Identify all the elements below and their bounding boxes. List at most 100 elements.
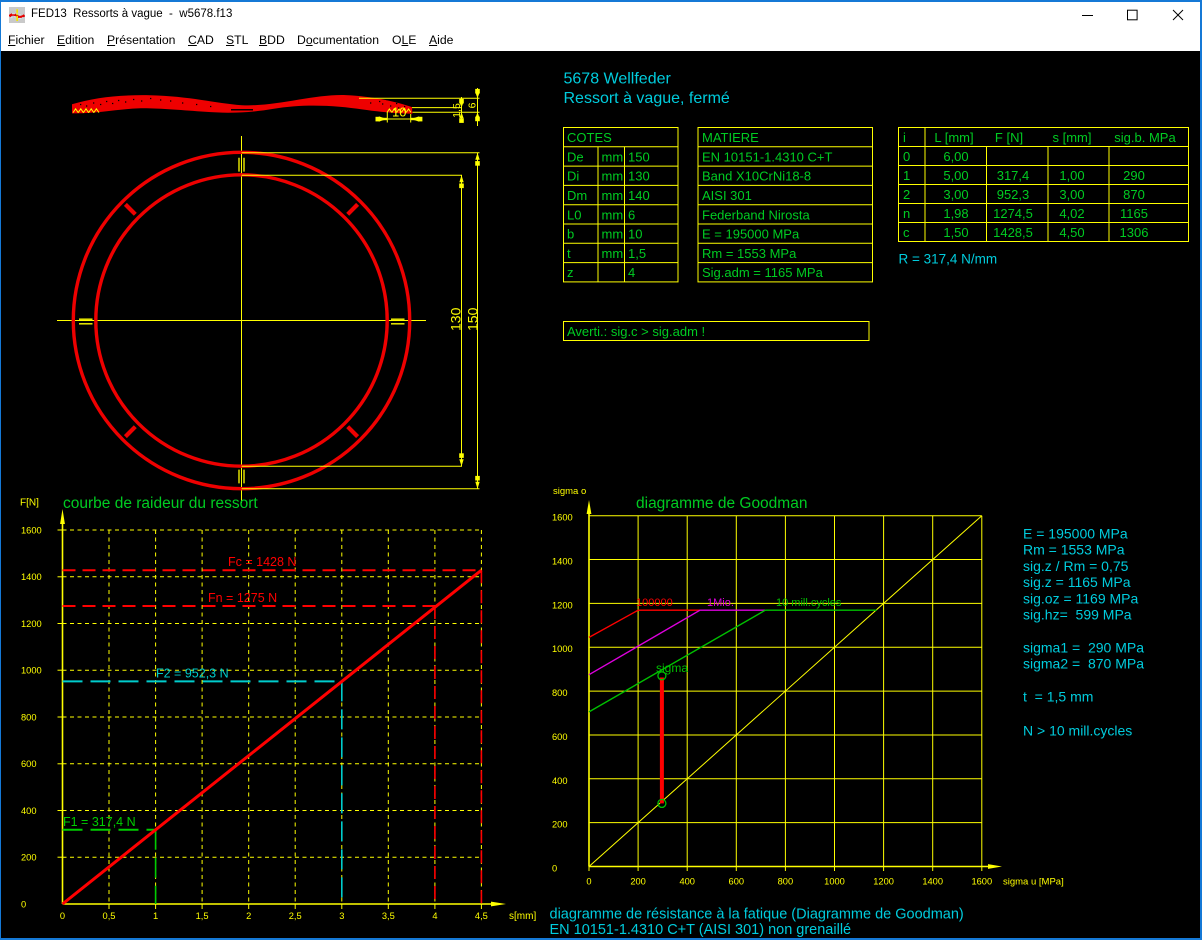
svg-text:1306: 1306 xyxy=(1120,225,1149,240)
svg-text:sigma: sigma xyxy=(656,661,688,675)
svg-text:sigma1 = 290 MPa: sigma1 = 290 MPa xyxy=(1023,640,1144,656)
svg-text:0: 0 xyxy=(21,899,26,909)
svg-text:952,3: 952,3 xyxy=(997,187,1030,202)
svg-text:10: 10 xyxy=(628,227,642,242)
svg-text:s [mm]: s [mm] xyxy=(1053,130,1092,145)
svg-text:2,5: 2,5 xyxy=(289,911,302,921)
svg-text:1: 1 xyxy=(153,911,158,921)
svg-text:1165: 1165 xyxy=(1120,206,1148,221)
svg-text:0: 0 xyxy=(903,149,910,164)
svg-text:3,00: 3,00 xyxy=(943,187,968,202)
svg-text:Di: Di xyxy=(567,169,579,184)
svg-text:1600: 1600 xyxy=(552,513,573,523)
svg-text:800: 800 xyxy=(21,712,37,722)
svg-text:sig.hz= 599 MPa: sig.hz= 599 MPa xyxy=(1023,607,1132,623)
svg-text:L0: L0 xyxy=(567,207,581,222)
svg-text:N > 10 mill.cycles: N > 10 mill.cycles xyxy=(1023,722,1132,738)
svg-text:mm: mm xyxy=(602,149,624,164)
svg-text:1200: 1200 xyxy=(21,619,42,629)
svg-text:870: 870 xyxy=(1123,187,1145,202)
svg-text:1,5: 1,5 xyxy=(628,246,646,261)
svg-text:E = 195000 MPa: E = 195000 MPa xyxy=(1023,526,1128,542)
svg-text:mm: mm xyxy=(602,169,624,184)
svg-text:1600: 1600 xyxy=(21,525,42,535)
svg-text:2: 2 xyxy=(903,187,910,202)
svg-text:EN 10151-1.4310 C+T (AISI 301): EN 10151-1.4310 C+T (AISI 301) non grena… xyxy=(550,922,852,938)
svg-text:1200: 1200 xyxy=(552,600,573,610)
svg-text:De: De xyxy=(567,149,584,164)
svg-text:1200: 1200 xyxy=(873,877,894,887)
svg-text:1400: 1400 xyxy=(552,557,573,567)
svg-text:1,50: 1,50 xyxy=(943,225,968,240)
svg-text:5,00: 5,00 xyxy=(943,168,968,183)
svg-text:t: t xyxy=(567,246,571,261)
svg-text:sigma u [MPa]: sigma u [MPa] xyxy=(1003,877,1064,888)
svg-text:s[mm]: s[mm] xyxy=(509,911,536,922)
svg-text:3,00: 3,00 xyxy=(1059,187,1084,202)
svg-text:600: 600 xyxy=(552,732,568,742)
svg-text:Fn = 1275 N: Fn = 1275 N xyxy=(208,591,277,605)
svg-text:150: 150 xyxy=(628,149,650,164)
svg-text:F1 = 317,4 N: F1 = 317,4 N xyxy=(63,815,136,829)
svg-text:mm: mm xyxy=(602,227,624,242)
svg-text:400: 400 xyxy=(679,877,695,887)
svg-text:1: 1 xyxy=(903,168,910,183)
svg-text:5678 Wellfeder: 5678 Wellfeder xyxy=(564,71,672,88)
svg-text:Band X10CrNi18-8: Band X10CrNi18-8 xyxy=(702,169,811,184)
svg-text:Sig.adm = 1165 MPa: Sig.adm = 1165 MPa xyxy=(702,265,824,280)
svg-text:4,02: 4,02 xyxy=(1059,206,1084,221)
svg-text:400: 400 xyxy=(21,806,37,816)
svg-text:sigma o: sigma o xyxy=(553,486,586,497)
svg-text:150: 150 xyxy=(464,307,480,331)
svg-text:b: b xyxy=(567,227,574,242)
svg-text:800: 800 xyxy=(778,877,794,887)
svg-text:courbe de raideur du ressort: courbe de raideur du ressort xyxy=(63,495,258,512)
svg-text:sig.b. MPa: sig.b. MPa xyxy=(1114,130,1176,145)
svg-text:F [N]: F [N] xyxy=(995,130,1023,145)
svg-text:1,5: 1,5 xyxy=(451,103,463,118)
svg-text:Averti.: sig.c > sig.adm !: Averti.: sig.c > sig.adm ! xyxy=(567,324,705,339)
svg-text:COTES: COTES xyxy=(567,130,612,145)
svg-text:200: 200 xyxy=(21,853,37,863)
svg-text:3: 3 xyxy=(339,911,344,921)
svg-text:1000: 1000 xyxy=(824,877,845,887)
svg-text:mm: mm xyxy=(602,188,624,203)
svg-text:E = 195000 MPa: E = 195000 MPa xyxy=(702,227,800,242)
svg-text:Ressort à vague, fermé: Ressort à vague, fermé xyxy=(564,90,730,107)
svg-text:1000: 1000 xyxy=(552,644,573,654)
svg-text:MATIERE: MATIERE xyxy=(702,130,759,145)
svg-text:L [mm]: L [mm] xyxy=(934,130,973,145)
svg-text:800: 800 xyxy=(552,688,568,698)
svg-text:1,5: 1,5 xyxy=(196,911,209,921)
svg-text:6,00: 6,00 xyxy=(943,149,968,164)
svg-text:1274,5: 1274,5 xyxy=(993,206,1033,221)
svg-text:F[N]: F[N] xyxy=(20,498,39,509)
svg-text:EN 10151-1.4310 C+T: EN 10151-1.4310 C+T xyxy=(702,149,833,164)
svg-text:10 mill.cycles: 10 mill.cycles xyxy=(776,597,842,609)
svg-text:1000: 1000 xyxy=(21,666,42,676)
svg-text:400: 400 xyxy=(552,776,568,786)
svg-text:sig.z / Rm = 0,75: sig.z / Rm = 0,75 xyxy=(1023,558,1129,574)
svg-text:R = 317,4 N/mm: R = 317,4 N/mm xyxy=(899,252,998,267)
svg-text:200: 200 xyxy=(552,820,568,830)
svg-text:Rm = 1553 MPa: Rm = 1553 MPa xyxy=(1023,542,1125,558)
svg-text:200: 200 xyxy=(630,877,646,887)
svg-text:600: 600 xyxy=(729,877,745,887)
svg-text:6: 6 xyxy=(466,102,478,108)
svg-text:600: 600 xyxy=(21,759,37,769)
svg-text:130: 130 xyxy=(628,169,650,184)
svg-text:mm: mm xyxy=(602,246,624,261)
svg-text:1400: 1400 xyxy=(21,572,42,582)
svg-text:100000: 100000 xyxy=(636,597,673,609)
svg-text:t = 1,5 mm: t = 1,5 mm xyxy=(1023,689,1093,705)
svg-text:1428,5: 1428,5 xyxy=(993,225,1033,240)
svg-text:sig.z = 1165 MPa: sig.z = 1165 MPa xyxy=(1023,574,1131,590)
svg-text:1600: 1600 xyxy=(971,877,992,887)
svg-text:n: n xyxy=(903,206,910,221)
svg-text:0: 0 xyxy=(586,877,591,887)
svg-text:AISI 301: AISI 301 xyxy=(702,188,752,203)
svg-text:1400: 1400 xyxy=(922,877,943,887)
svg-text:4,50: 4,50 xyxy=(1059,225,1084,240)
svg-text:z: z xyxy=(567,265,574,280)
svg-text:0: 0 xyxy=(552,864,557,874)
